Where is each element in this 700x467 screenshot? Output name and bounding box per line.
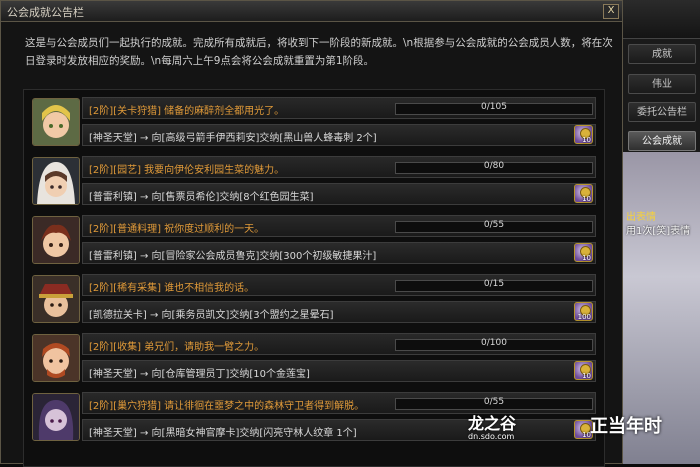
progress-bar: 0/15 [395, 279, 593, 292]
progress-text: 0/80 [483, 161, 505, 171]
progress-text: 0/100 [481, 338, 507, 348]
quest-row: [2阶][关卡狩猎] 储备的麻醉剂全都用光了。 0/105 [神圣天堂] → 向… [28, 94, 600, 150]
window-title: 公会成就公告栏 [7, 6, 84, 19]
progress-bar: 0/105 [395, 102, 593, 115]
elf-blonde-avatar [32, 98, 80, 146]
progress-text: 0/15 [483, 279, 505, 289]
reward-item-icon[interactable]: 10 [574, 184, 593, 203]
quest-row: [2阶][园艺] 我要向伊伦安利园生菜的魅力。 0/80 [普雷利镇] → 向[… [28, 153, 600, 209]
progress-bar: 0/100 [395, 338, 593, 351]
quest-title: [2阶][收集] 弟兄们，请助我一臂之力。 [89, 342, 265, 353]
quest-title-bar[interactable]: [2阶][关卡狩猎] 储备的麻醉剂全都用光了。 0/105 [82, 97, 596, 119]
reward-count: 10 [582, 136, 591, 144]
side-panel: 成就 伟业 委托公告栏 公会成就 出表情 用1次[笑]表情 [623, 0, 700, 464]
quest-title: [2阶][稀有采集] 谁也不相信我的话。 [89, 283, 255, 294]
watermark-logo: 龙之谷 dn.sdo.com 正当年时 [466, 404, 700, 464]
dwarf-avatar [32, 334, 80, 382]
guild-achievement-window: 公会成就公告栏 X 这是与公会成员们一起执行的成就。完成所有成就后，将收到下一阶… [0, 0, 623, 467]
chat-line: 用1次[笑]表情 [626, 226, 691, 237]
quest-title: [2阶][园艺] 我要向伊伦安利园生菜的魅力。 [89, 165, 285, 176]
reward-count: 10 [582, 372, 591, 380]
quest-title: [2阶][巢穴狩猎] 请让徘徊在噩梦之中的森林守卫者得到解脱。 [89, 401, 365, 412]
tab-guild-achievement[interactable]: 公会成就 [628, 131, 696, 151]
boy-avatar [32, 216, 80, 264]
quest-title: [2阶][普通料理] 祝你度过顺利的一天。 [89, 224, 265, 235]
hat-man-avatar [32, 275, 80, 323]
tab-commission-board[interactable]: 委托公告栏 [628, 102, 696, 122]
progress-text: 0/55 [483, 220, 505, 230]
reward-item-icon[interactable]: 10 [574, 125, 593, 144]
progress-bar: 0/55 [395, 220, 593, 233]
hooded-girl-avatar [32, 157, 80, 205]
progress-bar: 0/80 [395, 161, 593, 174]
chat-line: 出表情 [626, 212, 656, 223]
reward-count: 10 [582, 254, 591, 262]
dark-priestess-avatar [32, 393, 80, 441]
quest-task-bar: [普雷利镇] → 向[售票员希伦]交纳[8个红色园生菜] 10 [82, 183, 596, 205]
quest-task: [普雷利镇] → 向[售票员希伦]交纳[8个红色园生菜] [89, 192, 314, 203]
intro-text: 这是与公会成员们一起执行的成就。完成所有成就后，将收到下一阶段的新成就。\n根据… [25, 37, 613, 67]
reward-item-icon[interactable]: 10 [574, 243, 593, 262]
quest-task-bar: [普雷利镇] → 向[冒险家公会成员鲁克]交纳[300个初级敏捷果汁] 10 [82, 242, 596, 264]
reward-item-icon[interactable]: 100 [574, 302, 593, 321]
logo-text: 龙之谷 [468, 414, 517, 433]
quest-task: [神圣天堂] → 向[高级弓箭手伊西莉安]交纳[黑山兽人蜂毒刺 2个] [89, 133, 377, 144]
quest-row: [2阶][稀有采集] 谁也不相信我的话。 0/15 [凯德拉关卡] → 向[乘务… [28, 271, 600, 327]
tab-achievement[interactable]: 成就 [628, 44, 696, 64]
quest-row: [2阶][普通料理] 祝你度过顺利的一天。 0/55 [普雷利镇] → 向[冒险… [28, 212, 600, 268]
title-bar[interactable]: 公会成就公告栏 X [1, 1, 622, 22]
quest-task-bar: [神圣天堂] → 向[高级弓箭手伊西莉安]交纳[黑山兽人蜂毒刺 2个] 10 [82, 124, 596, 146]
reward-item-icon[interactable]: 10 [574, 361, 593, 380]
quest-row: [2阶][收集] 弟兄们，请助我一臂之力。 0/100 [神圣天堂] → 向[仓… [28, 330, 600, 386]
quest-task: [凯德拉关卡] → 向[乘务员凯文]交纳[3个盟约之星晕石] [89, 310, 334, 321]
quest-task-bar: [神圣天堂] → 向[仓库管理员丁]交纳[10个金莲宝] 10 [82, 360, 596, 382]
quest-title-bar[interactable]: [2阶][园艺] 我要向伊伦安利园生菜的魅力。 0/80 [82, 156, 596, 178]
quest-task-bar: [凯德拉关卡] → 向[乘务员凯文]交纳[3个盟约之星晕石] 100 [82, 301, 596, 323]
quest-task: [神圣天堂] → 向[仓库管理员丁]交纳[10个金莲宝] [89, 369, 310, 380]
side-header [623, 0, 700, 39]
quest-title-bar[interactable]: [2阶][稀有采集] 谁也不相信我的话。 0/15 [82, 274, 596, 296]
tab-feat[interactable]: 伟业 [628, 74, 696, 94]
quest-title-bar[interactable]: [2阶][收集] 弟兄们，请助我一臂之力。 0/100 [82, 333, 596, 355]
quest-title-bar[interactable]: [2阶][普通料理] 祝你度过顺利的一天。 0/55 [82, 215, 596, 237]
reward-count: 10 [582, 195, 591, 203]
progress-text: 0/105 [481, 102, 507, 112]
close-button[interactable]: X [603, 4, 619, 19]
logo-slogan: 正当年时 [590, 416, 662, 437]
quest-task: [普雷利镇] → 向[冒险家公会成员鲁克]交纳[300个初级敏捷果汁] [89, 251, 377, 262]
logo-url: dn.sdo.com [468, 432, 515, 441]
reward-count: 100 [577, 313, 591, 321]
quest-title: [2阶][关卡狩猎] 储备的麻醉剂全都用光了。 [89, 106, 285, 117]
quest-task: [神圣天堂] → 向[黑暗女神官摩卡]交纳[闪亮守林人纹章 1个] [89, 428, 357, 439]
